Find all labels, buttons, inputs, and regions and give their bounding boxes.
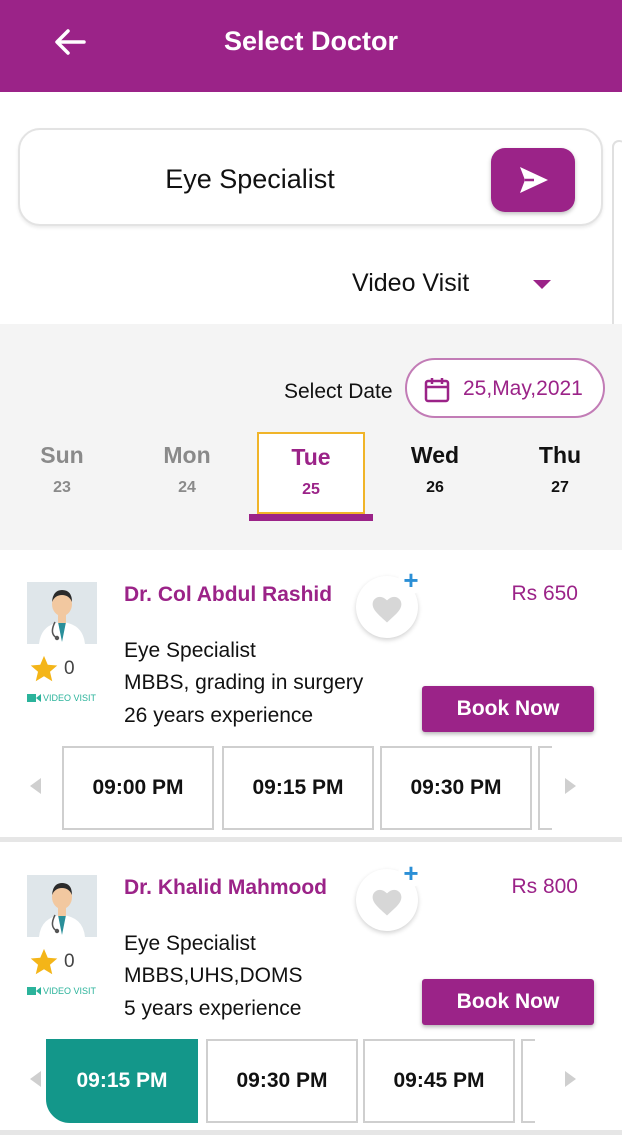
page-title: Select Doctor: [223, 26, 399, 56]
time-slots: 09:15 PM 09:30 PM 09:45 PM: [0, 1039, 622, 1123]
video-camera-icon: [27, 987, 41, 995]
doctor-card: 0 VIDEO VISIT Dr. Khalid Mahmood Eye Spe…: [0, 843, 622, 1135]
book-now-button[interactable]: Book Now: [422, 979, 594, 1025]
consultation-fee: Rs 650: [511, 582, 578, 605]
favorite-button[interactable]: +: [356, 860, 424, 931]
rating-value: 0: [64, 951, 75, 972]
time-slot[interactable]: 09:30 PM: [206, 1039, 358, 1123]
day-thu[interactable]: Thu 27: [506, 432, 614, 514]
star-icon: [30, 948, 58, 975]
chevron-left-icon[interactable]: [30, 778, 41, 794]
video-camera-icon: [27, 694, 41, 702]
chevron-right-icon[interactable]: [565, 1071, 576, 1087]
doctor-qualification: MBBS, grading in surgery: [124, 671, 364, 694]
video-visit-label: VIDEO VISIT: [43, 986, 97, 996]
heart-icon: [372, 596, 402, 623]
rating: 0: [28, 947, 75, 982]
visit-type-value: Video Visit: [352, 269, 470, 297]
date-picker-button[interactable]: 25,May,2021: [405, 358, 605, 418]
doctor-qualification: MBBS,UHS,DOMS: [124, 964, 303, 987]
plus-icon: +: [398, 567, 424, 594]
selected-date: 25,May,2021: [463, 377, 583, 400]
time-slot[interactable]: 09:00 PM: [62, 746, 214, 830]
time-slot-selected[interactable]: 09:15 PM: [46, 1039, 198, 1123]
doctor-card: 0 VIDEO VISIT Dr. Col Abdul Rashid Eye S…: [0, 550, 622, 842]
day-name: Wed: [410, 442, 460, 468]
calendar-icon: [424, 378, 450, 403]
doctor-specialty: Eye Specialist: [124, 932, 256, 955]
time-slot[interactable]: [538, 746, 552, 830]
doctor-specialty: Eye Specialist: [124, 639, 256, 662]
doctor-avatar: [27, 582, 97, 644]
selected-day-indicator: [249, 514, 373, 521]
app-header: Select Doctor: [0, 0, 622, 92]
chevron-right-icon[interactable]: [565, 778, 576, 794]
day-name: Tue: [291, 444, 331, 470]
side-panel-edge: [612, 140, 622, 332]
day-sun[interactable]: Sun 23: [8, 432, 116, 514]
time-slot[interactable]: 09:30 PM: [380, 746, 532, 830]
time-slot[interactable]: [521, 1039, 535, 1123]
video-visit-tag: VIDEO VISIT: [27, 985, 117, 999]
day-number: 25: [302, 481, 320, 498]
video-visit-label: VIDEO VISIT: [43, 693, 97, 703]
day-name: Sun: [40, 442, 84, 468]
rating: 0: [28, 654, 75, 689]
favorite-button[interactable]: +: [356, 567, 424, 638]
doctor-name[interactable]: Dr. Col Abdul Rashid: [124, 582, 334, 607]
visit-type-dropdown[interactable]: Video Visit: [350, 266, 560, 302]
time-slots: 09:00 PM 09:15 PM 09:30 PM: [0, 746, 622, 830]
day-number: 24: [178, 479, 196, 496]
select-date-label: Select Date: [284, 380, 393, 403]
doctor-experience: 26 years experience: [124, 704, 314, 727]
chevron-left-icon[interactable]: [30, 1071, 41, 1087]
plus-icon: +: [398, 860, 424, 887]
search-send-button[interactable]: [491, 148, 575, 212]
heart-icon: [372, 889, 402, 916]
day-number: 27: [551, 479, 569, 496]
day-name: Mon: [163, 442, 211, 468]
date-selector: Select Date 25,May,2021 Sun 23 Mon 24 Tu…: [0, 324, 622, 550]
doctor-avatar: [27, 875, 97, 937]
day-mon[interactable]: Mon 24: [133, 432, 241, 514]
day-number: 26: [426, 479, 444, 496]
doctor-name[interactable]: Dr. Khalid Mahmood: [124, 875, 334, 900]
specialty-search-box[interactable]: Eye Specialist: [18, 128, 603, 226]
doctor-experience: 5 years experience: [124, 997, 302, 1020]
star-icon: [30, 655, 58, 682]
day-number: 23: [53, 479, 71, 496]
day-tue[interactable]: Tue 25: [257, 432, 365, 514]
caret-down-icon: [533, 280, 551, 289]
day-name: Thu: [538, 442, 582, 468]
search-input[interactable]: Eye Specialist: [20, 164, 480, 195]
day-wed[interactable]: Wed 26: [381, 432, 489, 514]
time-slot[interactable]: 09:15 PM: [222, 746, 374, 830]
send-icon: [520, 167, 548, 193]
video-visit-tag: VIDEO VISIT: [27, 692, 117, 706]
time-slot[interactable]: 09:45 PM: [363, 1039, 515, 1123]
rating-value: 0: [64, 658, 75, 679]
book-now-button[interactable]: Book Now: [422, 686, 594, 732]
consultation-fee: Rs 800: [511, 875, 578, 898]
